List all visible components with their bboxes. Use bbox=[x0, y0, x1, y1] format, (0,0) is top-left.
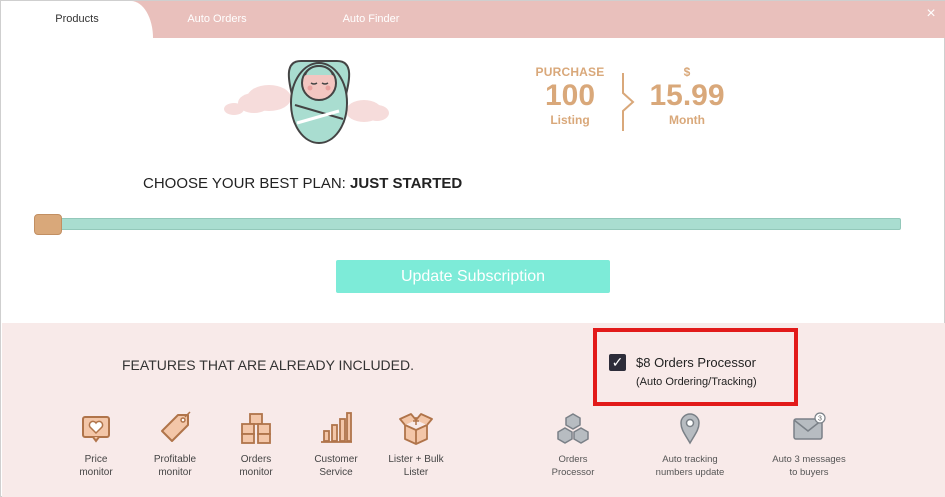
price-summary: PURCHASE 100 Listing $ 15.99 Month bbox=[531, 65, 731, 135]
price-tag-icon bbox=[161, 411, 191, 442]
tab-auto-orders[interactable]: Auto Orders bbox=[161, 1, 273, 38]
price-column: $ 15.99 Month bbox=[641, 65, 733, 127]
feature-price-monitor: Price monitor bbox=[56, 411, 136, 479]
price-unit: Month bbox=[669, 113, 705, 127]
purchase-value: 100 bbox=[544, 79, 596, 112]
plan-slider-handle[interactable] bbox=[34, 214, 62, 235]
baby-illustration bbox=[219, 53, 389, 148]
feature-auto-tracking: Auto tracking numbers update bbox=[650, 411, 730, 479]
plan-prefix: CHOOSE YOUR BEST PLAN: bbox=[143, 175, 351, 192]
feature-label: Customer Service bbox=[314, 454, 358, 478]
tab-products[interactable]: Products bbox=[1, 1, 153, 38]
subscription-window: Products Auto Orders Auto Finder × PURCH… bbox=[0, 0, 945, 497]
envelope-badge: 3 bbox=[818, 416, 822, 423]
feature-customer-service: Customer Service bbox=[296, 411, 376, 479]
plan-name: JUST STARTED bbox=[350, 175, 463, 192]
price-value: 15.99 bbox=[649, 79, 725, 112]
open-box-icon bbox=[399, 413, 433, 445]
plan-title: CHOOSE YOUR BEST PLAN: JUST STARTED bbox=[143, 175, 462, 192]
close-icon[interactable]: × bbox=[924, 6, 938, 22]
feature-auto-messages: 3 Auto 3 messages to buyers bbox=[769, 411, 849, 479]
purchase-unit: Listing bbox=[550, 113, 590, 127]
envelope-icon: 3 bbox=[793, 412, 826, 440]
currency-label: $ bbox=[683, 65, 691, 79]
feature-lister-bulk-lister: Lister + Bulk Lister bbox=[376, 411, 456, 479]
purchase-column: PURCHASE 100 Listing bbox=[531, 65, 609, 127]
plan-slider-track[interactable] bbox=[37, 218, 901, 230]
boxes-icon bbox=[241, 413, 271, 444]
feature-label: Auto tracking numbers update bbox=[655, 454, 725, 478]
feature-label: Lister + Bulk Lister bbox=[388, 454, 444, 478]
location-pin-icon bbox=[680, 413, 700, 445]
feature-label: Orders monitor bbox=[239, 454, 273, 478]
tab-bar: Products Auto Orders Auto Finder × bbox=[1, 1, 945, 38]
orders-processor-checkbox[interactable]: ✓ bbox=[609, 354, 626, 371]
update-subscription-button[interactable]: Update Subscription bbox=[336, 260, 610, 293]
feature-label: Profitable monitor bbox=[153, 454, 197, 478]
baby-in-cloud-icon bbox=[224, 60, 389, 144]
feature-label: Price monitor bbox=[79, 454, 113, 478]
features-title: FEATURES THAT ARE ALREADY INCLUDED. bbox=[122, 357, 415, 373]
features-panel: FEATURES THAT ARE ALREADY INCLUDED. Pric… bbox=[2, 323, 945, 497]
purchase-label: PURCHASE bbox=[535, 65, 605, 79]
orders-processor-title: $8 Orders Processor bbox=[636, 355, 756, 370]
orders-processor-option[interactable]: ✓ $8 Orders Processor (Auto Ordering/Tra… bbox=[593, 328, 798, 406]
bar-chart-icon bbox=[321, 412, 352, 443]
feature-orders-monitor: Orders monitor bbox=[216, 411, 296, 479]
orders-processor-subtitle: (Auto Ordering/Tracking) bbox=[636, 376, 757, 388]
tab-auto-finder[interactable]: Auto Finder bbox=[313, 1, 429, 38]
boxes-gray-icon bbox=[557, 413, 589, 444]
feature-orders-processor: Orders Processor bbox=[533, 411, 613, 479]
chevron-right-icon bbox=[622, 73, 635, 131]
feature-label: Auto 3 messages to buyers bbox=[772, 454, 846, 478]
feature-profitable-monitor: Profitable monitor bbox=[135, 411, 215, 479]
heart-card-icon bbox=[82, 416, 110, 443]
feature-label: Orders Processor bbox=[551, 454, 595, 478]
